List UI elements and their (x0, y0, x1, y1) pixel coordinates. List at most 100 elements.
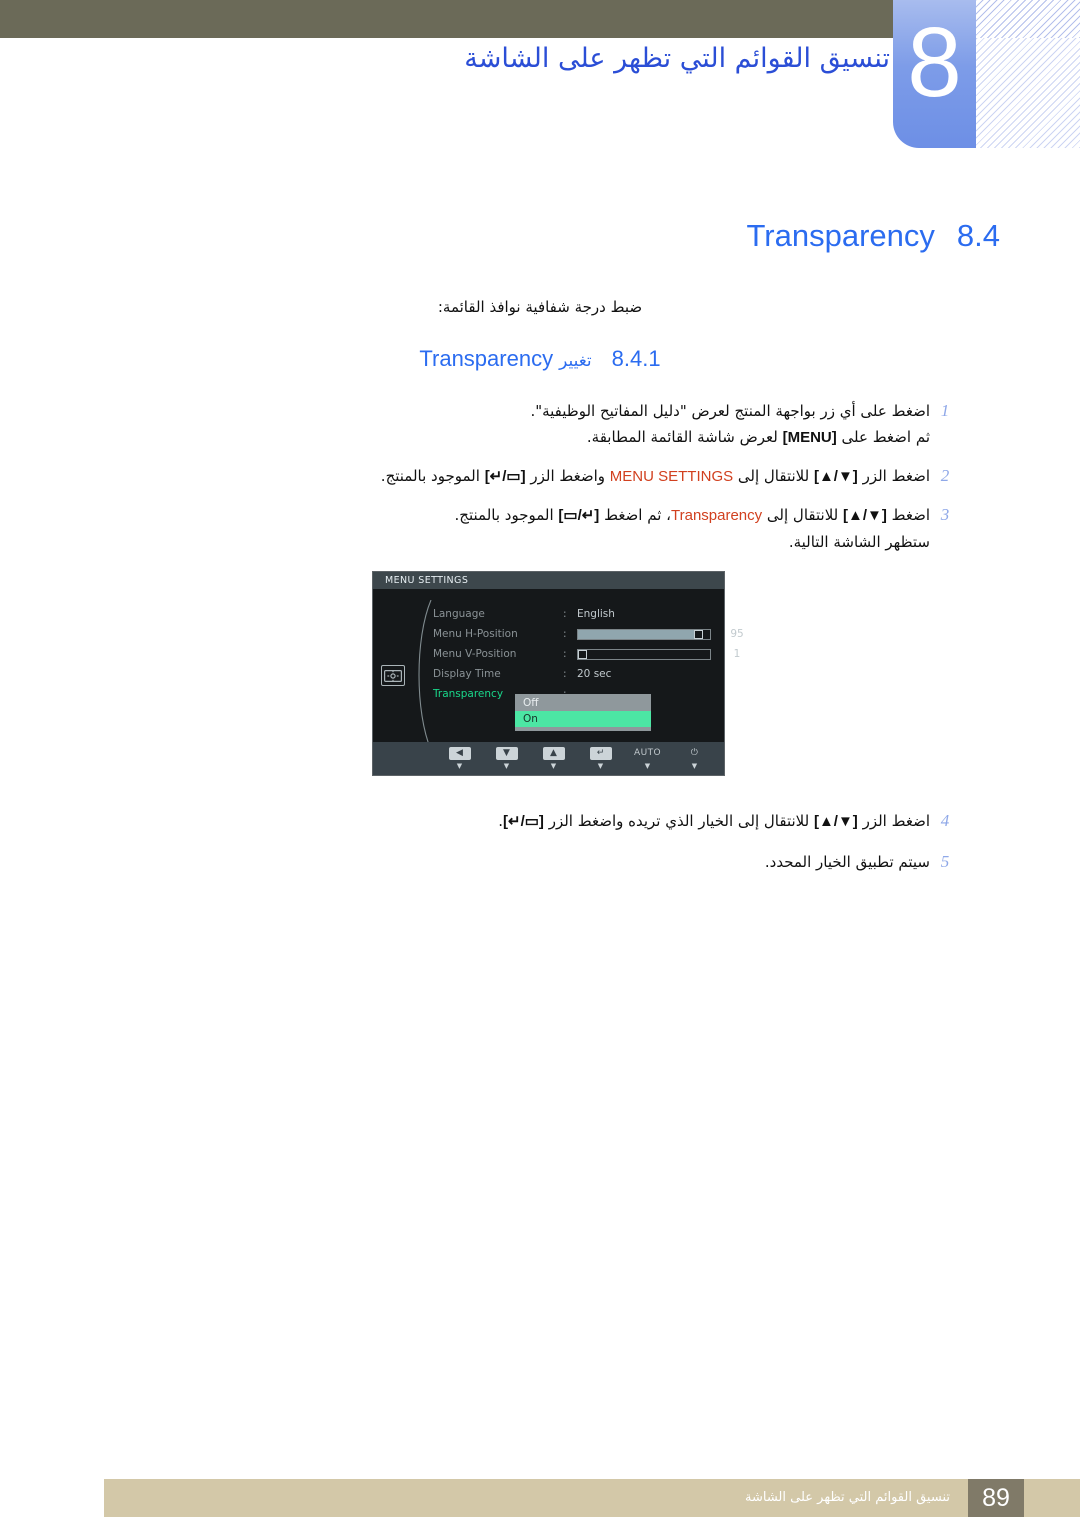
osd-button-up[interactable]: ▲ ▼ (530, 747, 577, 770)
updown-key-label: [▲/▼] (842, 507, 887, 524)
osd-colon: : (563, 628, 567, 640)
step-1-line2-b: لعرض شاشة القائمة المطابقة. (586, 428, 783, 446)
step-2-c: واضغط الزر (525, 467, 610, 485)
chapter-number: 8 (907, 7, 962, 117)
osd-button-auto[interactable]: AUTO ▼ (624, 747, 671, 770)
menu-v-position-slider[interactable] (577, 649, 711, 660)
osd-title: MENU SETTINGS (373, 572, 724, 589)
osd-button-power[interactable]: ⏻ ▼ (671, 747, 718, 770)
osd-label: Transparency (433, 688, 504, 700)
step-number: 1 (940, 401, 950, 420)
osd-decorative-curve (418, 600, 432, 750)
step-number: 5 (940, 852, 950, 871)
button-tick-icon: ▼ (597, 762, 604, 770)
steps-list-continued: 4 اضغط الزر [▲/▼] للانتقال إلى الخيار ال… (170, 808, 960, 887)
osd-colon: : (563, 608, 567, 620)
step-number: 2 (940, 466, 950, 485)
header-olive-bar (0, 0, 893, 38)
left-arrow-icon: ◀ (448, 747, 471, 760)
button-tick-icon: ▼ (503, 762, 510, 770)
step-4-b: للانتقال إلى الخيار الذي تريده واضغط الز… (543, 812, 814, 830)
menu-h-position-slider[interactable] (577, 629, 711, 640)
step-item: 1 اضغط على أي زر بواجهة المنتج لعرض "دلي… (170, 398, 960, 451)
step-2-d: الموجود بالمنتج. (380, 467, 485, 485)
osd-value-number: 95 (730, 628, 744, 640)
step-1-line1: اضغط على أي زر بواجهة المنتج لعرض "دليل … (530, 402, 930, 420)
footer-page-number: 89 (968, 1479, 1024, 1517)
step-1-line2-a: ثم اضغط على (836, 428, 931, 446)
osd-colon: : (563, 668, 567, 680)
power-icon: ⏻ (690, 748, 699, 758)
osd-row-menu-v-position[interactable]: Menu V-Position : 1 (433, 644, 740, 664)
down-arrow-icon: ▼ (495, 747, 518, 760)
section-number: 8.4 (956, 218, 1000, 253)
section-description: ضبط درجة شفافية نوافذ القائمة: (437, 298, 643, 316)
chapter-title: تنسيق القوائم التي تظهر على الشاشة (464, 43, 890, 74)
transparency-highlight: Transparency (671, 507, 763, 524)
enter-key-label: [↵/▭] (503, 813, 544, 830)
step-3-c: ، ثم اضغط (599, 506, 671, 524)
slider-knob[interactable] (578, 650, 587, 659)
section-heading: 8.4 Transparency (80, 216, 1001, 256)
osd-row-language[interactable]: Language : English (433, 604, 723, 624)
step-text: اضغط [▲/▼] للانتقال إلى Transparency، ثم… (170, 502, 930, 555)
slider-knob[interactable] (694, 630, 704, 639)
enter-key-label: [↵/▭] (484, 468, 526, 485)
step-text: اضغط على أي زر بواجهة المنتج لعرض "دليل … (170, 398, 930, 451)
button-tick-icon: ▼ (644, 762, 651, 770)
header-hatch-pattern-bottom (976, 38, 1080, 148)
button-tick-icon: ▼ (550, 762, 557, 770)
button-tick-icon: ▼ (691, 762, 698, 770)
osd-row-display-time[interactable]: Display Time : 20 sec (433, 664, 723, 684)
step-item: 2 اضغط الزر [▲/▼] للانتقال إلى MENU SETT… (170, 463, 960, 490)
osd-value: English (577, 608, 615, 620)
osd-rows: Language : English Menu H-Position : 95 … (433, 604, 744, 704)
step-3-b: للانتقال إلى (762, 506, 843, 524)
subsection-heading: 8.4.1 تغييرTransparency (80, 344, 1000, 376)
osd-label: Display Time (433, 668, 501, 680)
dropdown-option-on[interactable]: On (515, 711, 651, 727)
step-number: 3 (940, 505, 950, 524)
subsection-label-ar: تغيير (559, 351, 592, 371)
menu-settings-highlight: MENU SETTINGS (609, 468, 734, 485)
subsection-number: 8.4.1 (611, 346, 661, 371)
button-tick-icon: ▼ (456, 762, 463, 770)
step-text: سيتم تطبيق الخيار المحدد. (170, 849, 930, 875)
step-4-a: اضغط الزر (857, 812, 930, 830)
header-hatch-pattern-top (976, 0, 1080, 38)
transparency-dropdown[interactable]: Off On (515, 694, 651, 731)
step-2-b: للانتقال إلى (733, 467, 814, 485)
osd-value: 20 sec (577, 668, 612, 680)
updown-key-label: [▲/▼] (813, 468, 858, 485)
step-item: 5 سيتم تطبيق الخيار المحدد. (170, 849, 960, 875)
step-2-a: اضغط الزر (857, 467, 930, 485)
osd-button-guide: ◀ ▼ ▼ ▼ ▲ ▼ ↵ ▼ AUTO ▼ ⏻ ▼ (373, 742, 724, 775)
step-item: 3 اضغط [▲/▼] للانتقال إلى Transparency، … (170, 502, 960, 555)
osd-button-down[interactable]: ▼ ▼ (483, 747, 530, 770)
enter-key-label: [▭/↵] (558, 507, 600, 524)
menu-settings-icon (381, 665, 405, 686)
osd-row-menu-h-position[interactable]: Menu H-Position : 95 (433, 624, 744, 644)
step-3-line2: ستظهر الشاشة التالية. (788, 533, 930, 551)
dropdown-option-off[interactable]: Off (515, 695, 651, 711)
osd-button-left[interactable]: ◀ ▼ (436, 747, 483, 770)
osd-button-enter[interactable]: ↵ ▼ (577, 747, 624, 770)
updown-key-label: [▲/▼] (813, 813, 858, 830)
step-number: 4 (940, 811, 950, 830)
osd-value-number: 1 (733, 648, 741, 660)
chapter-number-block: 8 (893, 0, 976, 148)
slider-fill (578, 630, 704, 639)
osd-label: Menu H-Position (433, 628, 518, 640)
step-1-line2: ثم اضغط على [MENU] لعرض شاشة القائمة الم… (170, 424, 930, 451)
step-3-a: اضغط (886, 506, 930, 524)
step-text: اضغط الزر [▲/▼] للانتقال إلى الخيار الذي… (170, 808, 930, 835)
step-3-d: الموجود بالمنتج. (454, 506, 559, 524)
step-item: 4 اضغط الزر [▲/▼] للانتقال إلى الخيار ال… (170, 808, 960, 835)
osd-menu-screenshot: MENU SETTINGS Language : English Menu H-… (373, 572, 744, 775)
footer-chapter-label: تنسيق القوائم التي تظهر على الشاشة (745, 1490, 950, 1505)
step-5-a: سيتم تطبيق الخيار المحدد. (764, 853, 930, 871)
osd-label: Menu V-Position (433, 648, 517, 660)
subsection-label-en: Transparency (419, 346, 554, 371)
up-arrow-icon: ▲ (542, 747, 565, 760)
osd-colon: : (563, 648, 567, 660)
